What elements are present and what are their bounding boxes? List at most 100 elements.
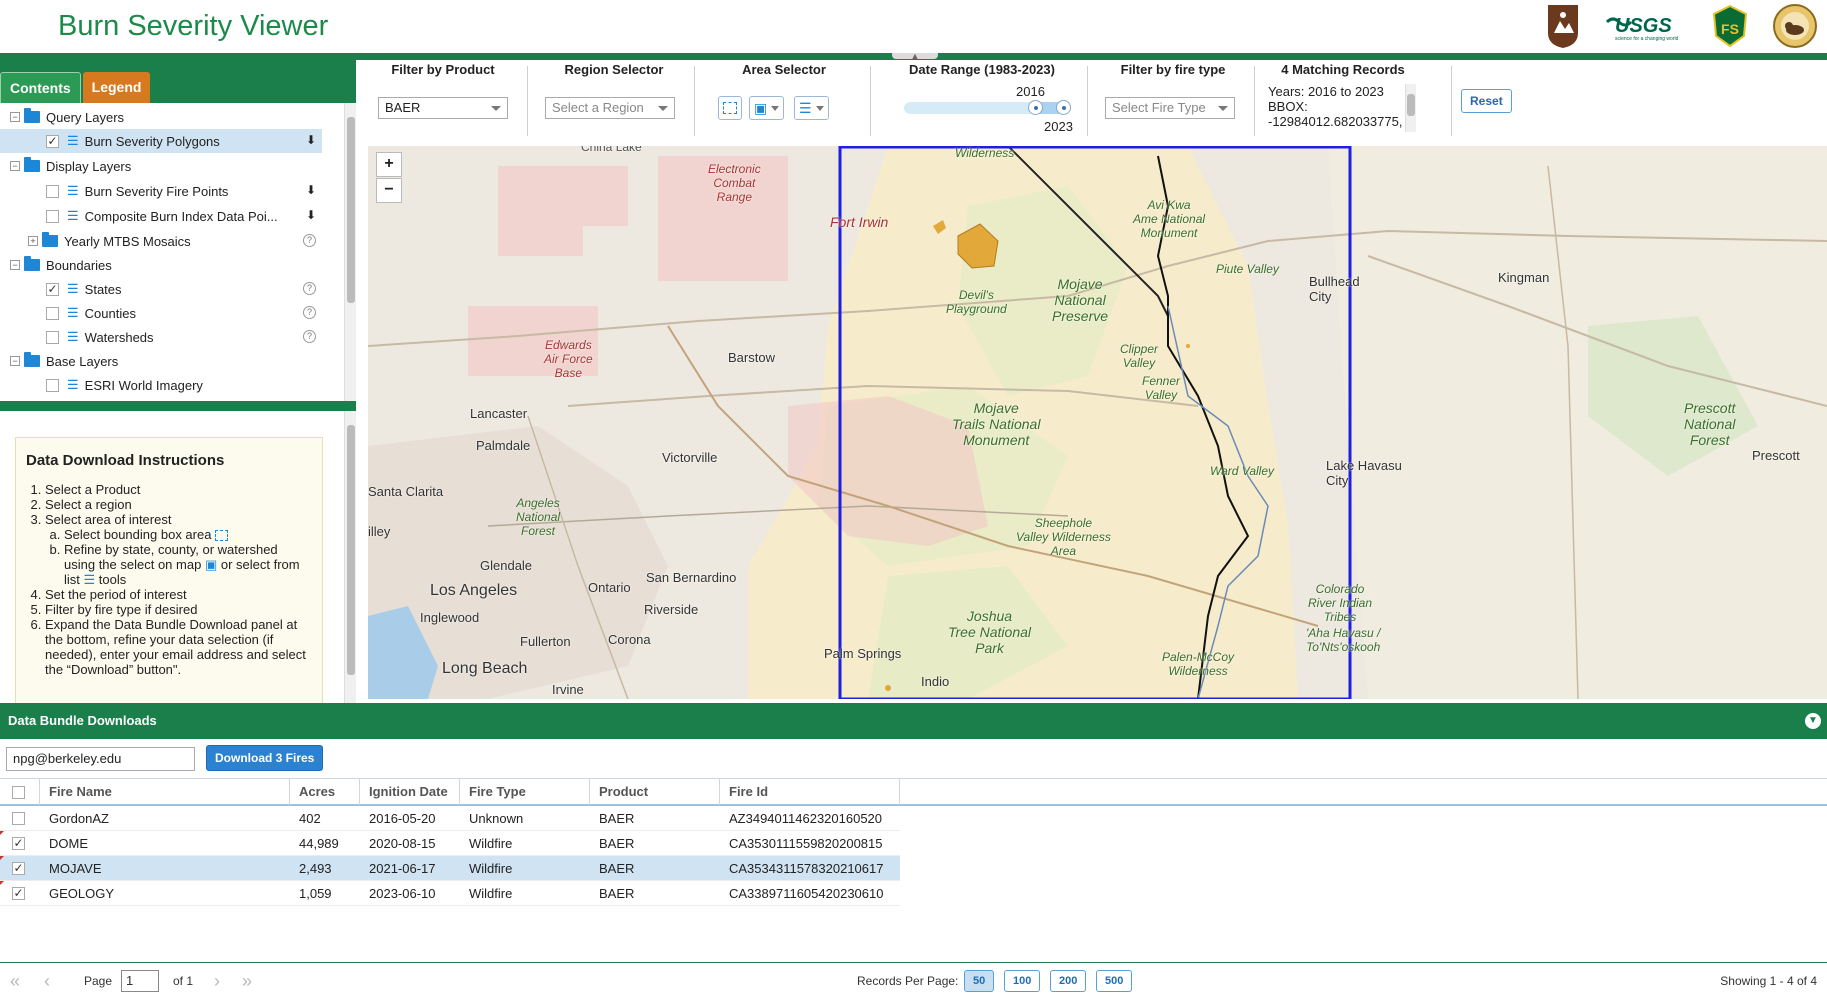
- row-checkbox[interactable]: ✓: [12, 837, 25, 850]
- row-checkbox[interactable]: ✓: [12, 862, 25, 875]
- cell-acres: 44,989: [299, 836, 339, 851]
- last-page-icon[interactable]: »: [242, 971, 252, 992]
- cell-fire-id: CA3534311578320210617: [729, 861, 884, 876]
- date-start-handle[interactable]: [1028, 100, 1043, 115]
- layer-checkbox[interactable]: [46, 209, 59, 223]
- records-bbox-label: BBOX:: [1268, 99, 1308, 114]
- layer-checkbox[interactable]: [46, 306, 59, 320]
- reset-button[interactable]: Reset: [1461, 89, 1512, 113]
- zoom-in-button[interactable]: +: [376, 152, 402, 177]
- bbox-icon: [723, 102, 737, 114]
- page-input[interactable]: 1: [121, 970, 159, 992]
- product-select[interactable]: BAER: [378, 97, 508, 119]
- date-range-slider[interactable]: [904, 100, 1071, 115]
- select-all-checkbox[interactable]: [12, 786, 25, 799]
- chevron-down-icon[interactable]: ▼: [1805, 713, 1821, 729]
- bundle-panel-header[interactable]: Data Bundle Downloads ▼: [0, 703, 1827, 739]
- list-select-tool-button[interactable]: ☰: [794, 96, 829, 120]
- help-icon[interactable]: ?: [303, 234, 316, 247]
- group-yearly-mtbs-mosaics[interactable]: + Yearly MTBS Mosaics ?: [28, 229, 322, 253]
- map-label: Irvine: [552, 682, 584, 697]
- row-checkbox[interactable]: [12, 812, 25, 825]
- row-checkbox[interactable]: ✓: [12, 887, 25, 900]
- instruction-text: Select area of interest: [45, 512, 172, 527]
- map-view[interactable]: + − China Lake Electronic Combat Range F…: [368, 146, 1827, 699]
- table-row[interactable]: ✓ DOME 44,989 2020-08-15 Wildfire BAER CA35301…: [0, 831, 900, 856]
- date-end-handle[interactable]: [1056, 100, 1071, 115]
- prev-page-icon[interactable]: ‹: [44, 971, 50, 992]
- layer-composite-burn-index[interactable]: ☰ Composite Burn Index Data Poi... ⬇: [0, 204, 322, 228]
- table-row[interactable]: GordonAZ 402 2016-05-20 Unknown BAER AZ349401…: [0, 806, 900, 831]
- map-label: Avi Kwa Ame National Monument: [1133, 198, 1206, 240]
- cell-acres: 1,059: [299, 886, 332, 901]
- table-row[interactable]: ✓ GEOLOGY 1,059 2023-06-10 Wildfire BAER CA338…: [0, 881, 900, 906]
- group-display-layers[interactable]: − Display Layers: [10, 154, 340, 178]
- layer-label: States: [84, 281, 122, 297]
- column-header-fire-name[interactable]: Fire Name: [49, 779, 112, 804]
- map-select-tool-button[interactable]: ▣: [749, 96, 785, 120]
- next-page-icon[interactable]: ›: [214, 971, 220, 992]
- pager: « ‹ Page 1 of 1 › » Records Per Page: 50…: [0, 963, 1827, 1000]
- tab-contents[interactable]: Contents: [0, 72, 81, 103]
- help-icon[interactable]: ?: [303, 306, 316, 319]
- collapse-icon[interactable]: −: [10, 356, 20, 366]
- map-label: Ward Valley: [1210, 464, 1275, 478]
- zoom-out-button[interactable]: −: [376, 178, 402, 203]
- collapse-header-icon[interactable]: ▲: [892, 52, 938, 61]
- area-selector-section: Area Selector ▣ ☰: [700, 60, 868, 136]
- rpp-button-500[interactable]: 500: [1096, 970, 1133, 992]
- layer-checkbox[interactable]: ✓: [46, 282, 59, 296]
- group-boundaries[interactable]: − Boundaries: [10, 253, 340, 277]
- table-header: Fire Name Acres Ignition Date Fire Type …: [0, 778, 1827, 806]
- column-header-acres[interactable]: Acres: [299, 779, 335, 804]
- layer-checkbox[interactable]: ✓: [46, 134, 59, 148]
- folder-icon: [24, 256, 40, 271]
- group-query-layers[interactable]: − Query Layers: [10, 105, 340, 129]
- first-page-icon[interactable]: «: [10, 971, 20, 992]
- group-base-layers[interactable]: − Base Layers: [10, 349, 340, 373]
- rpp-button-200[interactable]: 200: [1050, 970, 1087, 992]
- expand-icon[interactable]: +: [28, 236, 38, 246]
- collapse-icon[interactable]: −: [10, 260, 20, 270]
- layer-burn-severity-fire-points[interactable]: ☰ Burn Severity Fire Points ⬇: [0, 179, 322, 203]
- layer-esri-world-imagery[interactable]: ☰ ESRI World Imagery: [0, 373, 322, 397]
- help-icon[interactable]: ?: [303, 330, 316, 343]
- layer-checkbox[interactable]: [46, 330, 59, 344]
- column-header-fire-type[interactable]: Fire Type: [469, 779, 526, 804]
- download-button[interactable]: Download 3 Fires: [206, 745, 324, 771]
- layer-states[interactable]: ✓ ☰ States ?: [0, 277, 322, 301]
- email-field[interactable]: npg@berkeley.edu: [6, 747, 195, 771]
- table-row[interactable]: ✓ MOJAVE 2,493 2021-06-17 Wildfire BAER CA3534…: [0, 856, 900, 881]
- layer-watersheds[interactable]: ☰ Watersheds ?: [0, 325, 322, 349]
- folder-icon: [24, 157, 40, 172]
- rpp-button-100[interactable]: 100: [1004, 970, 1041, 992]
- map-label: China Lake: [581, 146, 642, 154]
- layer-burn-severity-polygons[interactable]: ✓ ☰ Burn Severity Polygons ⬇: [0, 129, 322, 153]
- showing-count: Showing 1 - 4 of 4: [1720, 974, 1817, 988]
- download-icon[interactable]: ⬇: [306, 183, 316, 197]
- map-label: illey: [368, 524, 391, 539]
- map-label: Inglewood: [420, 610, 480, 625]
- instructions-scrollbar[interactable]: [344, 411, 356, 703]
- rpp-button-50[interactable]: 50: [964, 970, 995, 992]
- layer-checkbox[interactable]: [46, 378, 59, 392]
- help-icon[interactable]: ?: [303, 282, 316, 295]
- column-header-product[interactable]: Product: [599, 779, 648, 804]
- matching-records-summary: Years: 2016 to 2023 BBOX: -12984012.6820…: [1268, 84, 1408, 132]
- bundle-panel-title: Data Bundle Downloads: [8, 713, 157, 728]
- collapse-icon[interactable]: −: [10, 112, 20, 122]
- bbox-tool-button[interactable]: [718, 96, 742, 120]
- collapse-icon[interactable]: −: [10, 161, 20, 171]
- layer-counties[interactable]: ☰ Counties ?: [0, 301, 322, 325]
- fire-type-select[interactable]: Select Fire Type: [1105, 97, 1235, 119]
- layer-tree-scrollbar[interactable]: [344, 103, 356, 401]
- layer-checkbox[interactable]: [46, 184, 59, 198]
- region-select[interactable]: Select a Region: [545, 97, 675, 119]
- tab-legend[interactable]: Legend: [82, 72, 151, 103]
- map-label: Angeles National Forest: [516, 496, 561, 538]
- column-header-ignition-date[interactable]: Ignition Date: [369, 779, 448, 804]
- column-header-fire-id[interactable]: Fire Id: [729, 779, 768, 804]
- download-icon[interactable]: ⬇: [306, 208, 316, 222]
- download-icon[interactable]: ⬇: [306, 133, 316, 147]
- records-scrollbar[interactable]: [1405, 84, 1416, 132]
